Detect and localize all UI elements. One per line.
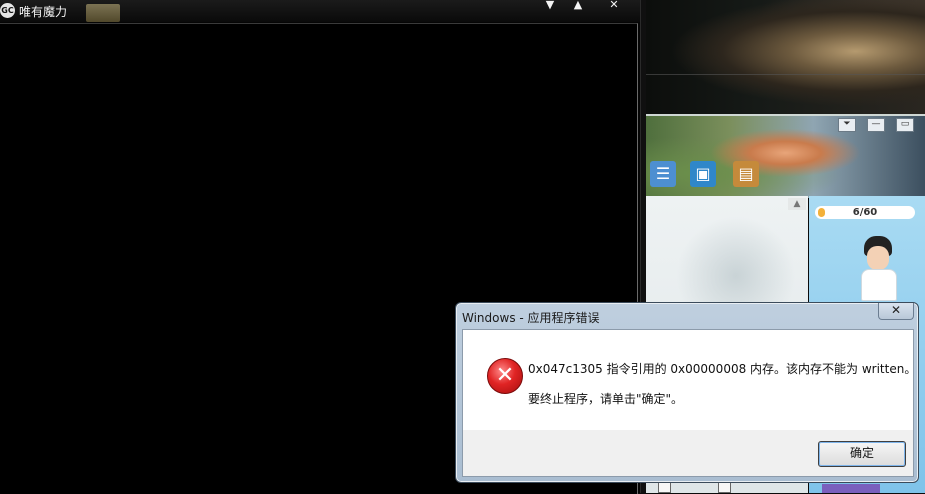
error-dialog: Windows - 应用程序错误 ✕ ✕ 0x047c1305 指令引用的 0x… <box>455 302 919 483</box>
dialog-message-area: ✕ 0x047c1305 指令引用的 0x00000008 内存。该内存不能为 … <box>463 330 917 430</box>
close-button[interactable]: ✕ <box>604 0 624 14</box>
remote-desktop-icon[interactable]: ▣ <box>690 161 716 187</box>
divider <box>646 74 925 75</box>
avatar[interactable] <box>858 236 898 302</box>
game-logo-icon: GC <box>0 3 15 18</box>
ok-button[interactable]: 确定 <box>818 441 906 467</box>
counter-badge: 6/60 <box>815 206 915 219</box>
background-photo <box>646 0 925 114</box>
dialog-close-button[interactable]: ✕ <box>878 303 914 320</box>
qq-maximize-button[interactable]: ▭ <box>896 118 914 132</box>
scroll-up-button[interactable]: ▲ <box>788 198 806 210</box>
maximize-button[interactable]: ▲ <box>568 0 588 14</box>
error-instruction: 要终止程序，请单击"确定"。 <box>528 392 684 406</box>
side-bottom-button[interactable] <box>822 484 880 493</box>
counter-dot-icon <box>818 208 825 217</box>
avatar-face <box>867 246 889 270</box>
qq-minimize-button[interactable]: — <box>867 118 885 132</box>
folder-icon <box>86 4 120 22</box>
dialog-title: Windows - 应用程序错误 <box>462 311 600 325</box>
game-titlebar[interactable]: GC 唯有魔力 ▼ ▲ ✕ <box>0 0 645 22</box>
app-box-icon[interactable]: ▤ <box>733 161 759 187</box>
chat-bubbles-icon[interactable]: ☰ <box>650 161 676 187</box>
error-message: 0x047c1305 指令引用的 0x00000008 内存。该内存不能为 wr… <box>528 362 917 376</box>
error-icon: ✕ <box>487 358 523 394</box>
dialog-client: ✕ 0x047c1305 指令引用的 0x00000008 内存。该内存不能为 … <box>462 329 917 477</box>
minimize-button[interactable]: ▼ <box>540 0 560 14</box>
game-window-title: 唯有魔力 <box>19 5 68 19</box>
avatar-body <box>861 269 897 301</box>
qq-menu-button[interactable]: ⏷ <box>838 118 856 132</box>
